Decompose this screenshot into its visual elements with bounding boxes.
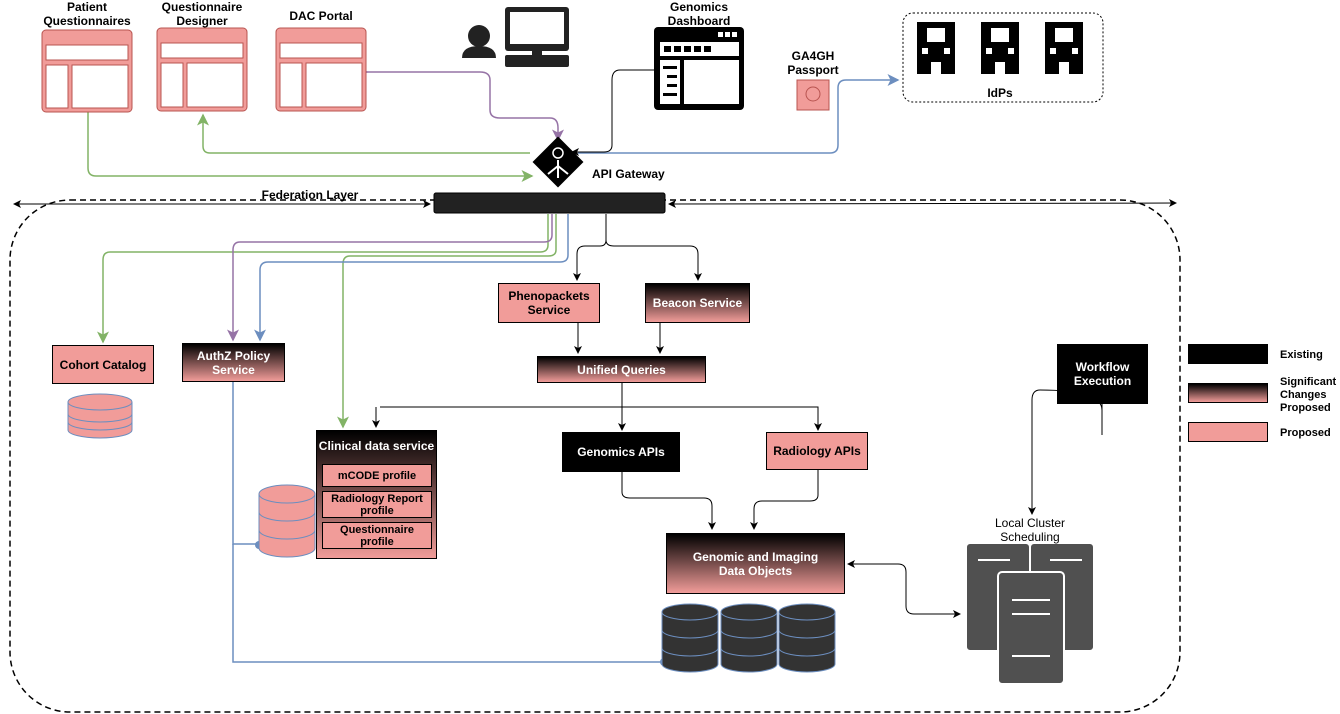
clinical-data-service-title: Clinical data service — [318, 439, 435, 453]
genomics-apis[interactable]: Genomics APIs — [562, 432, 680, 472]
unified-queries[interactable]: Unified Queries — [537, 356, 706, 383]
architecture-diagram: Patient Questionnaires Questionnaire Des… — [0, 0, 1340, 714]
idps-label: IdPs — [987, 86, 1013, 100]
user-computer-icon — [462, 7, 569, 67]
app-window-icons — [41, 27, 367, 113]
api-gateway-label: API Gateway — [592, 167, 665, 181]
local-cluster-label: Local Cluster Scheduling — [994, 516, 1066, 544]
legend-existing-swatch — [1188, 344, 1268, 364]
questionnaire-designer-label: Questionnaire Designer — [161, 0, 243, 28]
federation-layer-label: Federation Layer — [261, 188, 359, 202]
api-gateway-icon — [532, 136, 584, 188]
federation-layer-bar — [433, 192, 666, 214]
data-objects-database-icon — [661, 603, 836, 673]
server-cluster-icon — [965, 542, 1095, 685]
legend-existing-label: Existing — [1280, 349, 1323, 361]
genomics-dashboard-window-icon — [654, 27, 744, 110]
genomic-imaging-data-objects[interactable]: Genomic and Imaging Data Objects — [666, 533, 845, 594]
legend-significant-swatch — [1188, 383, 1268, 403]
passport-icon — [796, 79, 830, 111]
idp-building-icons — [917, 22, 1083, 74]
questionnaire-profile[interactable]: Questionnaire profile — [322, 522, 432, 549]
clinical-database-icon — [258, 484, 316, 558]
dac-portal-label: DAC Portal — [289, 9, 353, 23]
radiology-apis[interactable]: Radiology APIs — [766, 432, 868, 470]
workflow-execution[interactable]: Workflow Execution — [1057, 344, 1148, 404]
clinical-data-service[interactable]: Clinical data service mCODE profile Radi… — [316, 430, 437, 559]
authz-policy-service[interactable]: AuthZ Policy Service — [182, 343, 285, 382]
ga4gh-passport-label: GA4GH Passport — [787, 49, 839, 77]
legend-proposed-label: Proposed — [1280, 427, 1331, 439]
cohort-database-icon — [67, 393, 133, 439]
patient-questionnaires-label: Patient Questionnaires — [43, 0, 131, 28]
phenopackets-service[interactable]: Phenopackets Service — [498, 283, 600, 323]
legend-proposed-swatch — [1188, 422, 1268, 442]
radiology-report-profile[interactable]: Radiology Report profile — [322, 491, 432, 518]
genomics-dashboard-label: Genomics Dashboard — [667, 0, 731, 28]
beacon-service[interactable]: Beacon Service — [645, 283, 750, 323]
cohort-catalog[interactable]: Cohort Catalog — [52, 345, 154, 384]
legend-significant-label: Significant Changes Proposed — [1280, 376, 1337, 414]
mcode-profile[interactable]: mCODE profile — [322, 464, 432, 487]
